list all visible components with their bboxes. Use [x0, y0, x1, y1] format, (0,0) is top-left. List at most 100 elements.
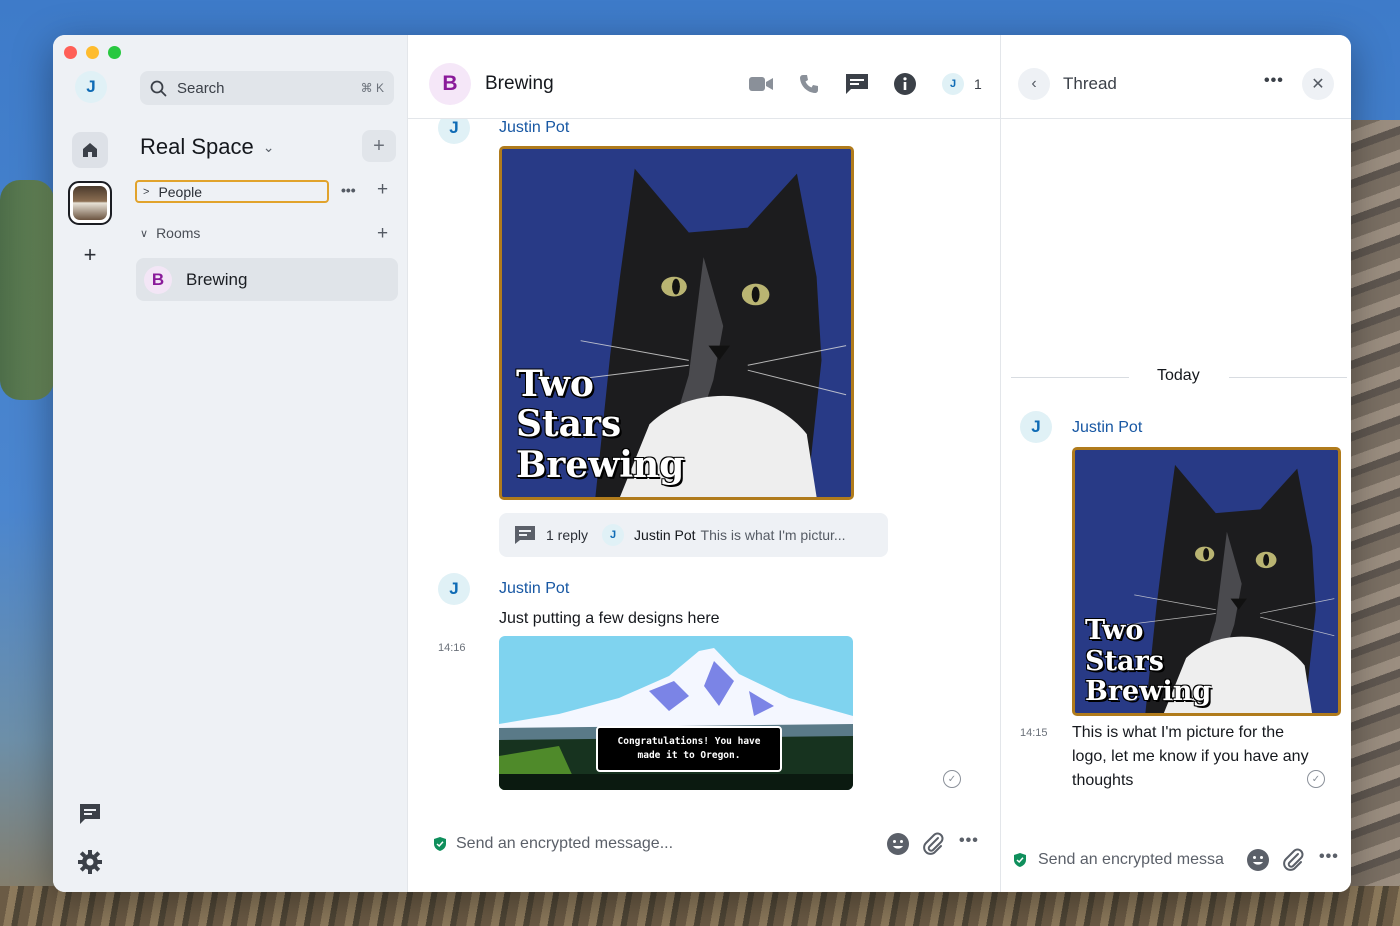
thread-composer-input[interactable]: Send an encrypted messa	[1038, 851, 1224, 869]
attach-button[interactable]	[922, 832, 944, 861]
thread-reply-avatar: J	[602, 524, 625, 546]
thread-more-options-button[interactable]: •••	[1264, 72, 1284, 90]
threads-icon	[80, 804, 100, 824]
verified-shield-icon	[1014, 853, 1026, 867]
search-button[interactable]: Search ⌘ K	[140, 71, 394, 105]
caption-line: Two	[1085, 615, 1144, 647]
space-add-button[interactable]: +	[362, 130, 396, 162]
gear-icon	[78, 850, 102, 874]
create-space-button[interactable]: +	[76, 241, 104, 269]
emoji-button[interactable]	[1246, 848, 1270, 877]
thread-close-button[interactable]: ✕	[1302, 68, 1334, 100]
thread-reply-preview: This is what I'm pictur...	[700, 527, 846, 543]
close-icon: ✕	[1311, 76, 1325, 93]
reply-count: 1 reply	[546, 527, 589, 543]
room-item-brewing[interactable]: B Brewing	[136, 258, 398, 301]
oregon-dialog-text: Congratulations! You have made it to Ore…	[596, 726, 782, 772]
room-timeline: B Brewing J 1 J Justin Pot Two Stars Bre…	[408, 35, 1000, 892]
read-receipt-icon[interactable]: ✓	[943, 770, 961, 788]
section-rooms[interactable]: ∨ Rooms	[140, 225, 200, 241]
emoji-icon	[1247, 849, 1269, 871]
chevron-down-icon: ∨	[140, 227, 149, 240]
room-list-panel: Search ⌘ K Real Space ⌄ + > People ••• +…	[127, 35, 408, 892]
message-body: Just putting a few designs here	[499, 610, 720, 627]
thread-back-button[interactable]: ‹	[1018, 68, 1050, 100]
thread-header: ‹ Thread ••• ✕	[1001, 35, 1351, 119]
caption-line: Stars	[516, 403, 622, 446]
phone-icon	[800, 75, 818, 93]
message-body: This is what I'm picture for the logo, l…	[1072, 724, 1309, 789]
message-timestamp: 14:16	[438, 642, 466, 654]
section-people[interactable]: > People	[135, 180, 329, 203]
people-more-options-button[interactable]: •••	[341, 182, 356, 198]
section-rooms-label: Rooms	[156, 225, 201, 241]
rooms-add-button[interactable]: +	[377, 223, 388, 245]
window-controls	[64, 46, 121, 59]
video-camera-icon	[749, 77, 773, 91]
thread-image-logo[interactable]: Two Stars Brewing	[1072, 447, 1341, 716]
member-avatar: J	[942, 73, 964, 95]
settings-button[interactable]	[77, 849, 103, 875]
space-title[interactable]: Real Space	[140, 134, 254, 160]
attach-button[interactable]	[1282, 848, 1304, 877]
minimize-window-button[interactable]	[86, 46, 99, 59]
chevron-right-icon: >	[143, 185, 150, 198]
thread-composer[interactable]: Send an encrypted messa •••	[1014, 848, 1344, 871]
composer-more-options-button[interactable]: •••	[959, 832, 979, 850]
room-avatar: B	[144, 265, 172, 294]
space-header: Real Space ⌄ +	[140, 130, 396, 164]
threads-button[interactable]	[844, 71, 870, 97]
video-call-button[interactable]	[748, 71, 774, 97]
threads-icon	[846, 74, 868, 94]
image-logo-text: Two Stars Brewing	[1085, 616, 1211, 707]
message-image-oregon[interactable]: Congratulations! You have made it to Ore…	[499, 636, 853, 790]
message-sender-name[interactable]: Justin Pot	[499, 119, 569, 137]
thread-title: Thread	[1063, 74, 1117, 93]
room-header-avatar[interactable]: B	[429, 63, 471, 105]
chevron-down-icon[interactable]: ⌄	[263, 139, 275, 156]
emoji-icon	[887, 833, 909, 855]
member-list-button[interactable]: J 1	[942, 73, 982, 95]
maximize-window-button[interactable]	[108, 46, 121, 59]
threads-button[interactable]	[77, 801, 103, 827]
member-count: 1	[974, 76, 982, 92]
room-info-button[interactable]	[892, 71, 918, 97]
room-header-title[interactable]: Brewing	[485, 73, 554, 95]
composer-input[interactable]: Send an encrypted message...	[456, 835, 673, 853]
home-button[interactable]	[72, 132, 108, 168]
caption-line: Stars	[1085, 645, 1164, 677]
section-people-label: People	[158, 183, 203, 200]
read-receipt-icon[interactable]: ✓	[1307, 770, 1325, 788]
message-sender-avatar[interactable]: J	[438, 573, 470, 605]
search-icon	[150, 80, 167, 96]
people-add-button[interactable]: +	[377, 179, 388, 201]
thread-summary[interactable]: 1 reply J Justin Pot This is what I'm pi…	[499, 513, 888, 557]
search-label: Search	[177, 79, 225, 97]
paperclip-icon	[923, 832, 944, 855]
close-window-button[interactable]	[64, 46, 77, 59]
image-logo-text: Two Stars Brewing	[516, 364, 684, 485]
thread-icon	[515, 526, 535, 544]
voice-call-button[interactable]	[796, 71, 822, 97]
space-avatar-button[interactable]	[68, 181, 112, 225]
date-divider-left	[1011, 377, 1129, 378]
composer-more-options-button[interactable]: •••	[1319, 848, 1339, 866]
message-sender-name[interactable]: Justin Pot	[1072, 419, 1142, 437]
date-separator: Today	[1157, 367, 1200, 384]
caption-line: Brewing	[516, 443, 685, 486]
emoji-button[interactable]	[886, 832, 910, 861]
message-sender-name[interactable]: Justin Pot	[499, 580, 569, 598]
message-sender-avatar[interactable]: J	[1020, 411, 1052, 443]
space-avatar-image	[73, 186, 107, 220]
caption-line: Two	[516, 363, 594, 406]
room-header: B Brewing J 1	[408, 35, 1000, 119]
home-icon	[83, 143, 97, 157]
desktop-ground	[0, 886, 1400, 926]
message-composer[interactable]: Send an encrypted message... •••	[434, 832, 984, 855]
paperclip-icon	[1283, 848, 1304, 871]
chevron-left-icon: ‹	[1031, 75, 1037, 92]
message-image-logo[interactable]: Two Stars Brewing	[499, 146, 854, 500]
date-divider-right	[1229, 377, 1347, 378]
room-name: Brewing	[186, 269, 248, 289]
user-avatar[interactable]: J	[75, 71, 107, 103]
